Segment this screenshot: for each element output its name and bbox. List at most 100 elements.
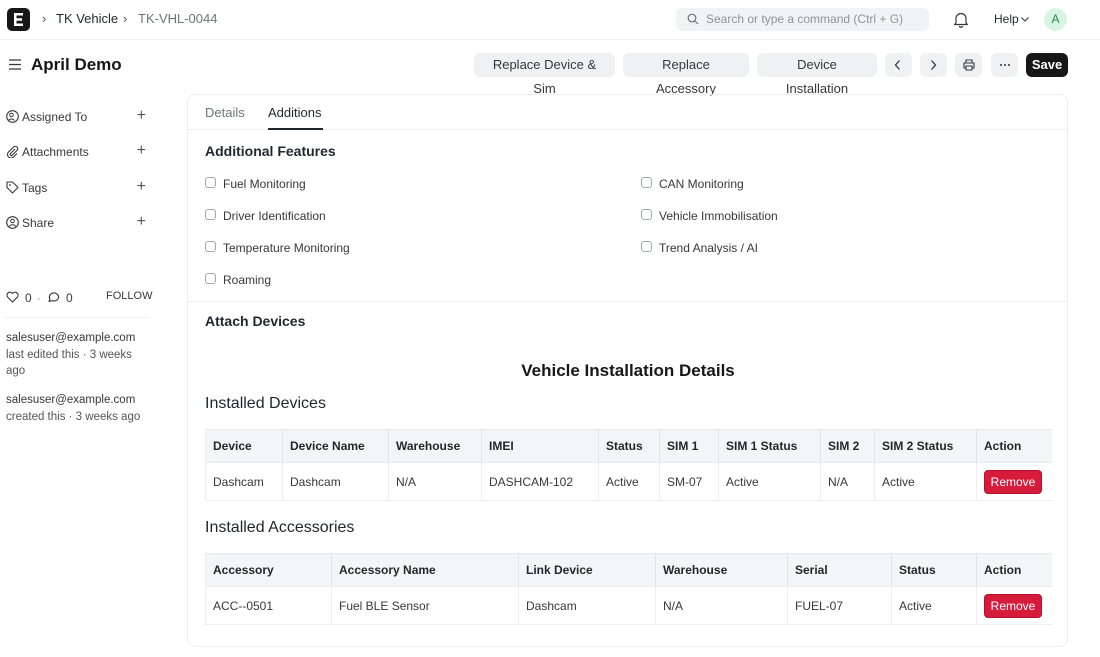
column-header: Warehouse	[388, 429, 482, 463]
sidebar-divider	[6, 317, 149, 318]
heart-icon[interactable]	[6, 291, 19, 303]
table-header-row: Device Device Name Warehouse IMEI Status…	[205, 429, 1052, 463]
avatar[interactable]: A	[1044, 8, 1067, 31]
action-cell: Remove	[976, 586, 1052, 625]
column-header: Action	[976, 553, 1052, 587]
activity-text: last edited this · 3 weeks ago	[6, 348, 132, 378]
replace-accessory-button[interactable]: Replace Accessory	[623, 53, 749, 96]
sidebar-item-share[interactable]: Share +	[6, 214, 146, 232]
sidebar-item-label: Assigned To	[22, 110, 88, 124]
column-header: Status	[598, 429, 660, 463]
logo-icon	[14, 13, 23, 26]
sidebar-item-assigned-to[interactable]: Assigned To +	[6, 108, 146, 126]
checkbox-box[interactable]	[205, 209, 216, 220]
printer-icon	[963, 59, 975, 71]
save-button[interactable]: Save	[1026, 53, 1068, 77]
print-button[interactable]	[955, 53, 982, 77]
column-header: Accessory	[205, 553, 332, 587]
column-header: Warehouse	[655, 553, 788, 587]
sidebar-item-label: Share	[22, 216, 55, 230]
more-horizontal-icon	[1000, 64, 1010, 66]
device-installation-button[interactable]: Device Installation	[757, 53, 877, 96]
table-cell: DASHCAM-102	[481, 462, 599, 501]
checkbox-box[interactable]	[641, 241, 652, 252]
share-user-icon	[6, 216, 19, 229]
checkbox-box[interactable]	[641, 209, 652, 220]
checkbox-label: Temperature Monitoring	[223, 241, 350, 255]
next-doc-button[interactable]	[920, 53, 947, 77]
activity-user[interactable]: salesuser@example.com	[6, 330, 146, 347]
add-icon[interactable]: +	[137, 179, 146, 195]
help-label: Help	[994, 12, 1019, 26]
comment-icon[interactable]	[47, 291, 60, 303]
table-header-row: Accessory Accessory Name Link Device War…	[205, 553, 1052, 587]
dot-separator: ·	[37, 291, 41, 305]
paperclip-icon	[6, 145, 19, 158]
chevron-right-icon	[931, 60, 937, 70]
add-icon[interactable]: +	[137, 214, 146, 230]
section-divider	[188, 301, 1068, 302]
table-cell: ACC--0501	[205, 586, 332, 625]
activity-user[interactable]: salesuser@example.com	[6, 392, 146, 409]
tag-icon	[6, 181, 19, 194]
tab-details[interactable]: Details	[205, 105, 245, 120]
tab-additions[interactable]: Additions	[268, 105, 321, 120]
table-cell: Fuel BLE Sensor	[331, 586, 519, 625]
section-title-attach-devices: Attach Devices	[205, 313, 306, 329]
installed-accessories-table: Accessory Accessory Name Link Device War…	[205, 553, 1052, 625]
table-cell: Active	[891, 586, 977, 625]
breadcrumb-docname[interactable]: TK-VHL-0044	[138, 11, 217, 26]
add-icon[interactable]: +	[137, 143, 146, 159]
sidebar-item-label: Attachments	[22, 145, 89, 159]
checkbox-label: CAN Monitoring	[659, 177, 744, 191]
activity-item: salesuser@example.com last edited this ·…	[6, 330, 146, 380]
checkbox-box[interactable]	[205, 177, 216, 188]
likes-comments-bar: 0 · 0 FOLLOW	[6, 289, 152, 307]
add-icon[interactable]: +	[137, 108, 146, 124]
chevron-right-icon: ›	[123, 11, 128, 26]
page-title: April Demo	[31, 55, 122, 74]
table-cell: N/A	[820, 462, 875, 501]
follow-button[interactable]: FOLLOW	[106, 290, 152, 302]
checkbox-label: Fuel Monitoring	[223, 177, 306, 191]
action-cell: Remove	[976, 462, 1052, 501]
remove-accessory-button[interactable]: Remove	[984, 593, 1042, 618]
checkbox-box[interactable]	[205, 273, 216, 284]
column-header: Status	[891, 553, 977, 587]
table-cell: N/A	[655, 586, 788, 625]
chevron-left-icon	[894, 60, 900, 70]
app-logo[interactable]	[7, 8, 30, 31]
column-header: Device	[205, 429, 283, 463]
activity-item: salesuser@example.com created this · 3 w…	[6, 392, 146, 425]
sidebar-item-attachments[interactable]: Attachments +	[6, 143, 146, 161]
user-check-icon	[6, 110, 19, 123]
checkbox-box[interactable]	[641, 177, 652, 188]
replace-device-sim-button[interactable]: Replace Device & Sim	[474, 53, 615, 96]
column-header: Link Device	[518, 553, 656, 587]
checkbox-label: Vehicle Immobilisation	[659, 209, 778, 223]
help-dropdown[interactable]: Help	[994, 12, 1029, 26]
chevron-down-icon	[1021, 17, 1029, 22]
search-bar[interactable]: Search or type a command (Ctrl + G)	[676, 8, 929, 31]
breadcrumb-doctype[interactable]: TK Vehicle	[56, 11, 118, 26]
active-tab-indicator	[268, 128, 323, 130]
remove-device-button[interactable]: Remove	[984, 469, 1042, 494]
sidebar-item-tags[interactable]: Tags +	[6, 179, 146, 197]
sidebar-toggle-icon[interactable]	[9, 59, 22, 70]
table-cell: Dashcam	[282, 462, 389, 501]
column-header: Serial	[787, 553, 892, 587]
more-options-button[interactable]	[991, 53, 1018, 77]
comments-count: 0	[66, 291, 73, 305]
table-cell: Dashcam	[205, 462, 283, 501]
checkbox-label: Trend Analysis / AI	[659, 241, 758, 255]
column-header: SIM 2	[820, 429, 875, 463]
likes-count: 0	[25, 291, 32, 305]
checkbox-box[interactable]	[205, 241, 216, 252]
table-cell: FUEL-07	[787, 586, 892, 625]
column-header: Action	[976, 429, 1052, 463]
column-header: SIM 1 Status	[718, 429, 821, 463]
bell-icon[interactable]	[953, 11, 969, 28]
section-title-additional-features: Additional Features	[205, 143, 336, 159]
column-header: SIM 2 Status	[874, 429, 977, 463]
previous-doc-button[interactable]	[885, 53, 912, 77]
